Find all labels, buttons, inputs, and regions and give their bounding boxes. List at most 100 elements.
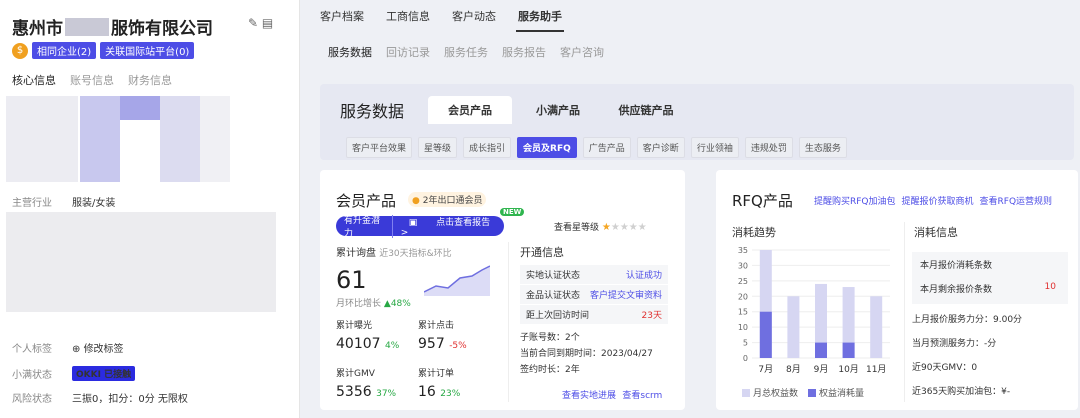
redacted-block — [6, 212, 276, 312]
redacted-block — [65, 18, 109, 36]
click-value: 957 — [418, 336, 445, 352]
exposure-value: 40107 — [336, 336, 381, 352]
tab-customer-consult[interactable]: 客户咨询 — [560, 44, 604, 60]
tab-service-report[interactable]: 服务报告 — [502, 44, 546, 60]
kv-row: 实地认证状态 认证成功 — [520, 265, 668, 285]
inquiry-value: 61 — [336, 266, 367, 294]
edit-tag-link[interactable]: ⊕ 修改标签 — [72, 340, 124, 355]
up-arrow-icon: ▲ — [383, 299, 391, 309]
legend-used-label: 权益消耗量 — [819, 389, 865, 399]
chip-growth-guide[interactable]: 成长指引 — [463, 137, 512, 158]
intl-platform-tag[interactable]: 关联国际站平台(0) — [100, 42, 195, 59]
rfq-rules-link[interactable]: 查看RFQ运营规则 — [980, 194, 1053, 207]
order-metric: 16 23% — [418, 384, 460, 400]
legend-swatch — [808, 389, 817, 397]
scrm-link[interactable]: 查看scrm — [622, 391, 662, 401]
y-tick-label: 15 — [738, 308, 748, 317]
chip-diagnosis[interactable]: 客户诊断 — [636, 137, 685, 158]
chart-legend: 月总权益数 权益消耗量 — [742, 386, 864, 399]
exposure-metric: 40107 4% — [336, 336, 399, 352]
bar-used — [815, 342, 827, 358]
tab-business-info[interactable]: 工商信息 — [384, 8, 432, 32]
bar-total — [870, 296, 883, 358]
trend-title: 消耗趋势 — [732, 226, 776, 239]
category-chips: 客户平台效果 星等级 成长指引 会员及RFQ 广告产品 客户诊断 行业领袖 违规… — [346, 137, 847, 158]
remind-buy-fuel-link[interactable]: 提醒购买RFQ加油包 — [814, 194, 896, 207]
gmv-metric: 5356 37% — [336, 384, 396, 400]
tab-xiaoman-product[interactable]: 小满产品 — [516, 96, 600, 124]
redacted-block — [6, 96, 78, 182]
panel-title: 服务数据 — [340, 102, 405, 121]
personal-tag-row: 个人标签 ⊕ 修改标签 — [12, 340, 124, 355]
y-tick-label: 30 — [738, 261, 748, 270]
membership-badge-text: 2年出口通会员 — [422, 196, 483, 206]
click-label: 累计点击 — [418, 321, 455, 331]
gmv-pct: 37% — [376, 389, 397, 399]
tab-service-data[interactable]: 服务数据 — [328, 44, 372, 60]
kv-value[interactable]: 客户提交文审资料 — [590, 288, 662, 301]
inquiry-note: 近30天指标&环比 — [379, 249, 452, 259]
tab-core-info[interactable]: 核心信息 — [12, 72, 56, 88]
membership-badge: ● 2年出口通会员 — [408, 192, 487, 207]
edit-icon[interactable]: ✎ — [248, 16, 258, 30]
chip-ecosystem[interactable]: 生态服务 — [798, 137, 847, 158]
kv-key: 实地认证状态 — [526, 271, 581, 281]
chip-member-rfq[interactable]: 会员及RFQ — [517, 137, 577, 158]
redacted-block — [200, 96, 230, 182]
star-level[interactable]: 查看星等级 ★★★★★ — [554, 220, 647, 233]
xiaoman-label: 小满状态 — [12, 370, 52, 381]
inquiry-label: 累计询盘 — [336, 248, 376, 259]
quote-left-row: 本月剩余报价条数 — [920, 282, 992, 295]
tab-supply-chain-product[interactable]: 供应链产品 — [604, 96, 688, 124]
member-product-card: 会员产品 ● 2年出口通会员 有升金潜力 ▣ 点击查看报告 > NEW 查看星等… — [320, 170, 685, 410]
sub-account-count: 子账号数：2个 — [520, 333, 580, 343]
y-tick-label: 5 — [743, 339, 748, 348]
tab-member-product[interactable]: 会员产品 — [428, 96, 512, 124]
x-tick-label: 8月 — [786, 364, 801, 375]
star-level-link[interactable]: 查看星等级 — [554, 223, 599, 233]
report-icon: ▣ — [408, 217, 418, 228]
chip-industry-leader[interactable]: 行业领袖 — [690, 137, 739, 158]
redacted-block — [120, 96, 160, 120]
chip-star-level[interactable]: 星等级 — [418, 137, 458, 158]
gmv-label: 累计GMV — [336, 369, 375, 379]
y-tick-label: 0 — [743, 354, 748, 363]
tab-customer-activity[interactable]: 客户动态 — [450, 8, 498, 32]
tab-account-info[interactable]: 账号信息 — [70, 72, 114, 88]
rfq-trend-chart: 0 5 10 15 20 25 30 35 7月 8月 9月 10月 11月 — [738, 246, 890, 375]
personal-tag-label: 个人标签 — [12, 344, 52, 355]
edit-tag-text: 修改标签 — [83, 344, 124, 355]
risk-label: 风险状态 — [12, 394, 52, 405]
tab-service-assistant[interactable]: 服务助手 — [516, 8, 564, 32]
company-name-prefix: 惠州市 — [12, 19, 63, 39]
document-icon[interactable]: ▤ — [262, 16, 273, 30]
y-tick-label: 20 — [738, 292, 748, 301]
bar-used — [759, 311, 772, 358]
quote-box: 本月报价消耗条数 本月剩余报价条数 10 — [912, 252, 1068, 304]
field-progress-link[interactable]: 查看实地进展 — [562, 391, 616, 401]
coin-icon: $ — [12, 42, 28, 59]
report-link[interactable]: ▣ 点击查看报告 > — [391, 214, 504, 238]
company-name-suffix: 服饰有限公司 — [111, 19, 213, 39]
related-company-tag[interactable]: 相同企业(2) — [32, 42, 97, 59]
chip-violation[interactable]: 违规处罚 — [744, 137, 793, 158]
industry-label: 主营行业 — [12, 198, 52, 209]
tab-finance-info[interactable]: 财务信息 — [128, 72, 172, 88]
remind-quote-link[interactable]: 提醒报价获取商机 — [902, 194, 974, 207]
xiaoman-status-row: 小满状态 OKKI 已接触 — [12, 366, 136, 381]
kv-value: 认证成功 — [625, 271, 662, 281]
risk-value: 三振0，扣分：0分 无限权 — [72, 394, 188, 405]
tab-customer-profile[interactable]: 客户档案 — [318, 8, 366, 32]
rfq-links: 提醒购买RFQ加油包 提醒报价获取商机 查看RFQ运营规则 — [814, 194, 1052, 207]
potential-report-button[interactable]: 有升金潜力 ▣ 点击查看报告 > — [336, 214, 504, 239]
kv-key: 金品认证状态 — [526, 291, 581, 301]
contract-end: 当前合同到期时间：2023/04/27 — [520, 349, 653, 359]
tab-service-tasks[interactable]: 服务任务 — [444, 44, 488, 60]
tab-visit-records[interactable]: 回访记录 — [386, 44, 430, 60]
y-tick-label: 35 — [738, 246, 748, 255]
info-title: 消耗信息 — [914, 226, 958, 239]
chip-ad-product[interactable]: 广告产品 — [582, 137, 631, 158]
chip-platform-effect[interactable]: 客户平台效果 — [346, 137, 413, 158]
card-links: 查看实地进展 查看scrm — [562, 388, 662, 401]
x-tick-label: 10月 — [838, 364, 858, 375]
